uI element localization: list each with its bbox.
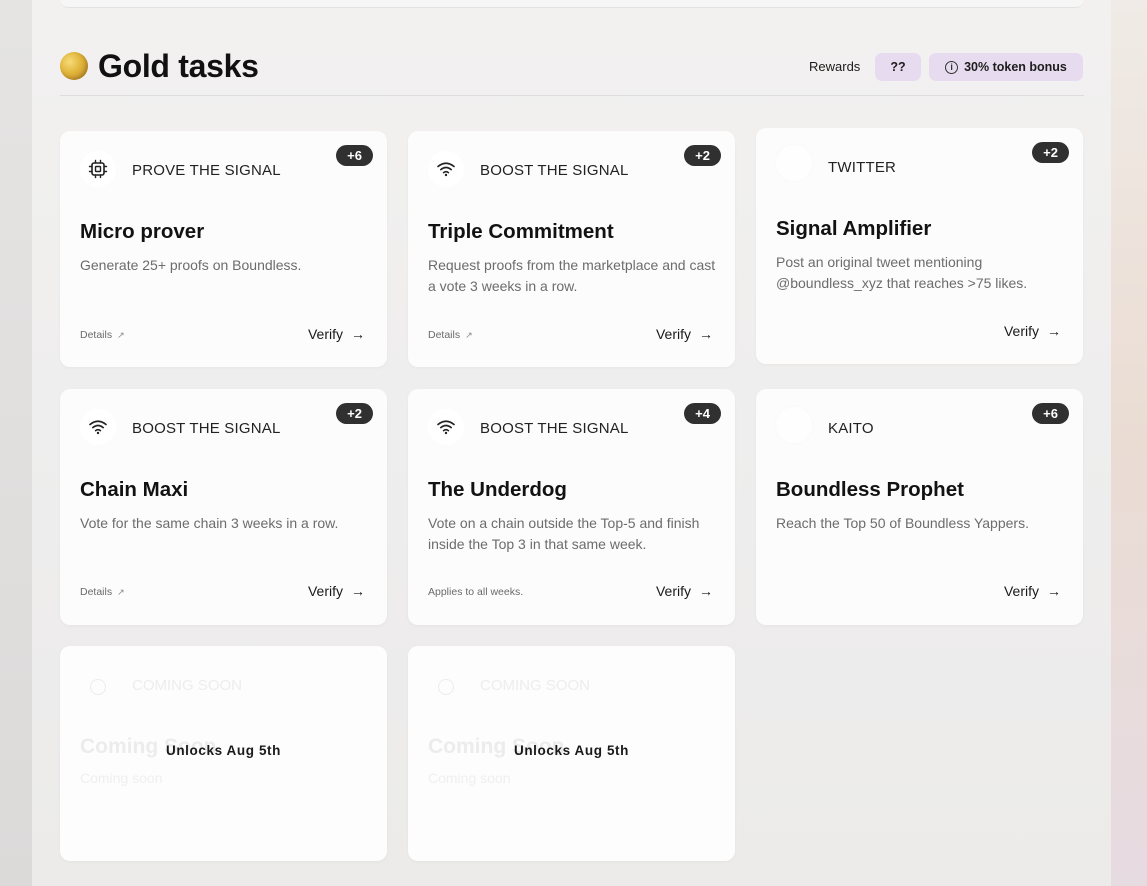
- arrow-right-icon: →: [1047, 323, 1061, 339]
- task-card: BOOST THE SIGNAL +2 Chain Maxi Vote for …: [60, 389, 387, 625]
- wifi-icon: [428, 409, 464, 445]
- verify-button[interactable]: Verify →: [308, 326, 365, 342]
- token-bonus-label: 30% token bonus: [964, 60, 1067, 74]
- task-description: Vote for the same chain 3 weeks in a row…: [80, 515, 339, 531]
- verify-label: Verify: [307, 583, 343, 599]
- week-note-label: Applies to all weeks.: [428, 586, 524, 598]
- chip-icon: [80, 151, 116, 187]
- task-description: Vote on a chain outside the Top-5 and fi…: [428, 515, 700, 552]
- info-icon: i: [945, 60, 959, 74]
- token-bonus-pill[interactable]: i 30% token bonus: [929, 53, 1083, 81]
- verify-button[interactable]: Verify →: [308, 583, 365, 599]
- lock-icon: [90, 679, 106, 695]
- lock-icon: [438, 679, 454, 695]
- points-badge: +4: [684, 403, 721, 424]
- gold-coin-icon: [60, 52, 88, 80]
- task-description: Coming soon: [428, 770, 511, 786]
- task-card: BOOST THE SIGNAL +2 Triple Commitment Re…: [408, 131, 735, 367]
- points-badge: +6: [1032, 403, 1069, 424]
- task-title: Chain Maxi: [80, 478, 189, 501]
- details-label: Details: [80, 586, 113, 598]
- task-title: The Underdog: [428, 478, 567, 501]
- task-title: Triple Commitment: [428, 220, 614, 243]
- verify-button[interactable]: Verify →: [1004, 323, 1061, 339]
- details-link[interactable]: Details ↗: [428, 329, 473, 341]
- points-badge: +2: [336, 403, 373, 424]
- rewards-value-pill: ??: [875, 53, 921, 81]
- task-title: Micro prover: [80, 220, 205, 243]
- verify-button[interactable]: Verify →: [656, 583, 713, 599]
- rewards-label: Rewards: [809, 59, 861, 74]
- task-category: COMING SOON: [480, 677, 591, 694]
- unlock-date: Unlocks Aug 5th: [165, 743, 281, 758]
- task-category: BOOST THE SIGNAL: [480, 162, 629, 179]
- task-description: Coming soon: [80, 770, 163, 786]
- arrow-right-icon: →: [351, 326, 365, 342]
- verify-label: Verify: [307, 326, 343, 342]
- right-background: [1111, 0, 1147, 886]
- arrow-right-icon: →: [699, 583, 713, 599]
- verify-label: Verify: [1003, 323, 1039, 339]
- task-category: COMING SOON: [132, 677, 243, 694]
- section-title: Gold tasks: [98, 48, 259, 84]
- left-background: [0, 0, 32, 886]
- details-label: Details: [80, 329, 113, 341]
- details-link[interactable]: Details ↗: [80, 329, 125, 341]
- twitter-icon: [776, 145, 812, 181]
- task-card: KAITO +6 Boundless Prophet Reach the Top…: [756, 389, 1083, 625]
- task-description: Request proofs from the marketplace and …: [428, 257, 716, 294]
- task-category: BOOST THE SIGNAL: [132, 420, 281, 437]
- verify-button[interactable]: Verify →: [1004, 583, 1061, 599]
- points-badge: +2: [684, 145, 721, 166]
- task-category: TWITTER: [828, 159, 897, 176]
- task-category: KAITO: [828, 420, 874, 437]
- locked-task-card: COMING SOON Coming Soon Coming soon Unlo…: [60, 646, 387, 861]
- verify-label: Verify: [655, 583, 691, 599]
- external-link-icon: ↗: [117, 586, 125, 597]
- external-link-icon: ↗: [117, 329, 125, 340]
- task-card: TWITTER +2 Signal Amplifier Post an orig…: [756, 128, 1083, 364]
- arrow-right-icon: →: [351, 583, 365, 599]
- wifi-icon: [80, 409, 116, 445]
- wifi-icon: [428, 151, 464, 187]
- task-card: BOOST THE SIGNAL +4 The Underdog Vote on…: [408, 389, 735, 625]
- points-badge: +6: [336, 145, 373, 166]
- section-header: Gold tasks Rewards ?? i 30% token bonus: [60, 44, 1084, 96]
- verify-button[interactable]: Verify →: [656, 326, 713, 342]
- unlock-date: Unlocks Aug 5th: [513, 743, 629, 758]
- task-card: PROVE THE SIGNAL +6 Micro prover Generat…: [60, 131, 387, 367]
- task-description: Post an original tweet mentioning @bound…: [776, 254, 1028, 291]
- details-label: Details: [428, 329, 461, 341]
- rewards-value: ??: [890, 60, 906, 74]
- verify-label: Verify: [655, 326, 691, 342]
- details-link[interactable]: Details ↗: [80, 586, 125, 598]
- points-badge: +2: [1032, 142, 1069, 163]
- task-description: Reach the Top 50 of Boundless Yappers.: [776, 515, 1029, 531]
- arrow-right-icon: →: [1047, 583, 1061, 599]
- task-title: Signal Amplifier: [776, 217, 932, 240]
- kaito-icon: [776, 407, 812, 443]
- week-note: Applies to all weeks.: [428, 586, 523, 598]
- previous-section-edge: [60, 0, 1084, 8]
- task-description: Generate 25+ proofs on Boundless.: [80, 257, 302, 273]
- task-category: BOOST THE SIGNAL: [480, 420, 629, 437]
- external-link-icon: ↗: [465, 329, 473, 340]
- task-title: Boundless Prophet: [776, 478, 964, 501]
- locked-task-card: COMING SOON Coming Soon Coming soon Unlo…: [408, 646, 735, 861]
- arrow-right-icon: →: [699, 326, 713, 342]
- task-category: PROVE THE SIGNAL: [132, 162, 281, 179]
- verify-label: Verify: [1003, 583, 1039, 599]
